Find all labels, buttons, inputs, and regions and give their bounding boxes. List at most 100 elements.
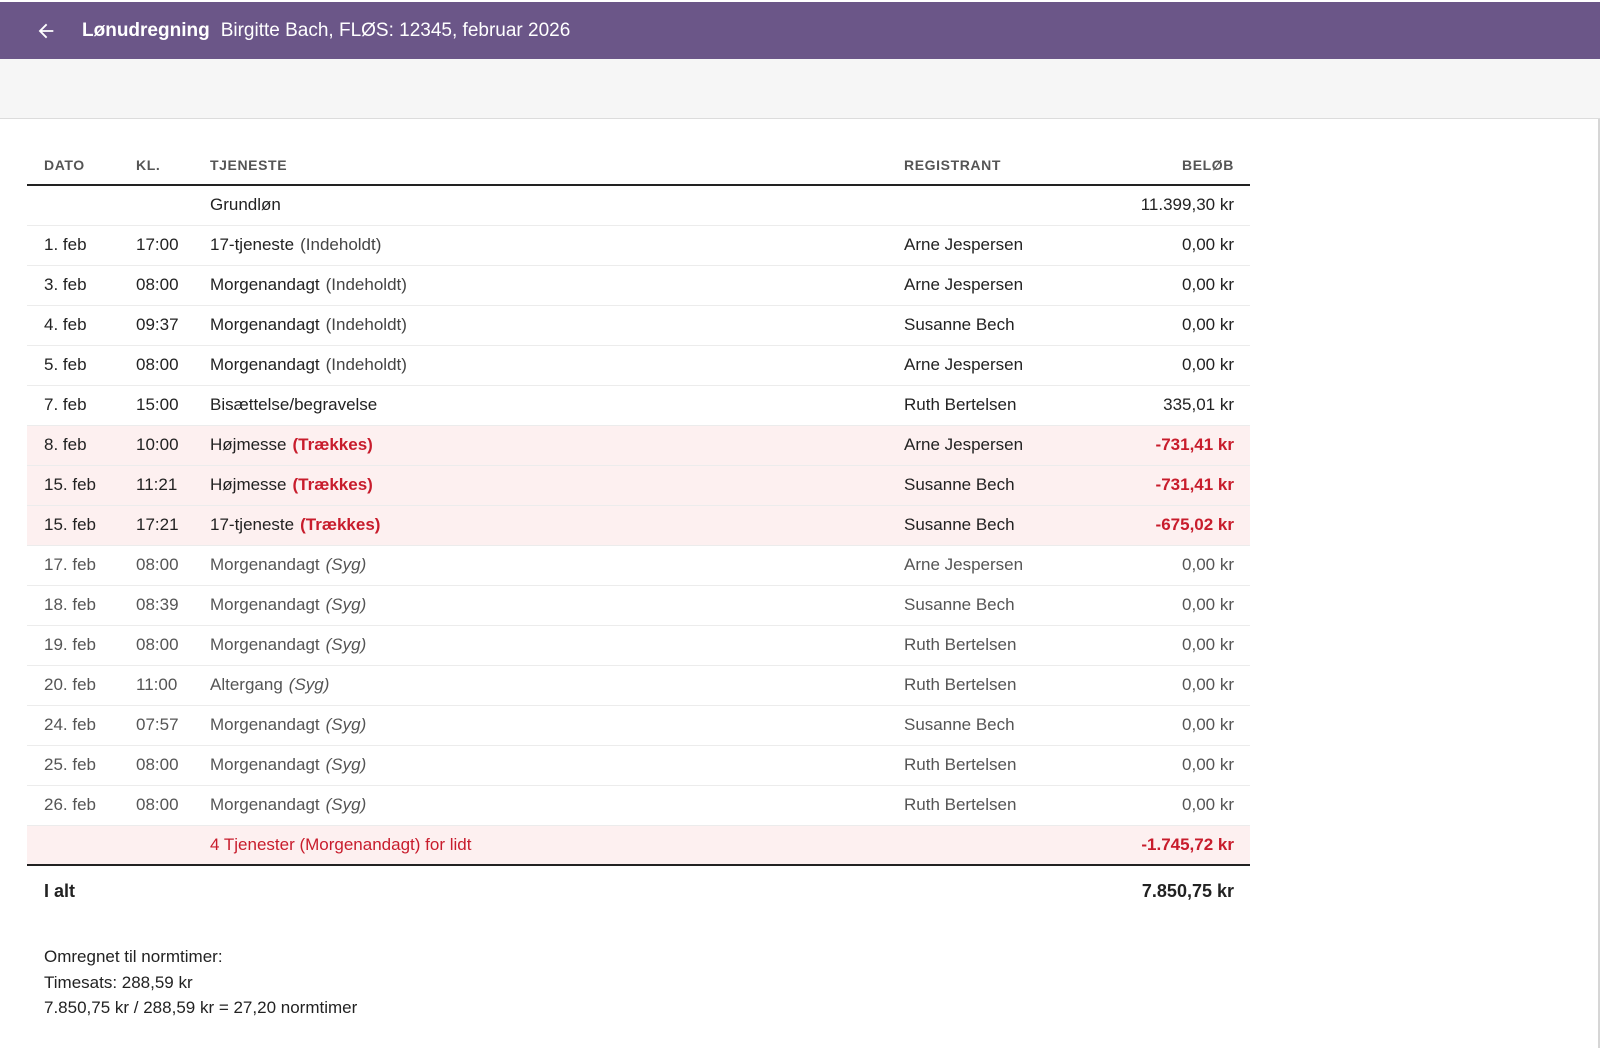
cell-service: Morgenandagt (Indeholdt) [210, 345, 904, 386]
cell-service: Bisættelse/begravelse [210, 385, 904, 426]
table-row[interactable]: 7. feb 15:00 Bisættelse/begravelse Ruth Ber… [27, 385, 1250, 426]
cell-date: 4. feb [27, 305, 136, 346]
status-tag: (Indeholdt) [325, 315, 407, 334]
col-header-time[interactable]: KL. [136, 145, 210, 186]
cell-registrant: Arne Jespersen [904, 345, 1116, 386]
cell-date: 3. feb [27, 265, 136, 306]
app-bar: Lønudregning Birgitte Bach, FLØS: 12345,… [0, 2, 1600, 59]
shortfall-amount: -1.745,72 kr [1116, 825, 1250, 866]
cell-date: 18. feb [27, 585, 136, 626]
cell-time: 17:00 [136, 225, 210, 266]
cell-service: Morgenandagt (Syg) [210, 785, 904, 826]
cell-time: 08:00 [136, 265, 210, 306]
cell-registrant: Arne Jespersen [904, 225, 1116, 266]
status-tag: (Syg) [325, 755, 367, 774]
cell-registrant: Ruth Bertelsen [904, 665, 1116, 706]
cell-registrant [904, 185, 1116, 226]
cell-date: 26. feb [27, 785, 136, 826]
cell-service: Altergang (Syg) [210, 665, 904, 706]
table-row[interactable]: 26. feb 08:00 Morgenandagt (Syg) Ruth Bertel… [27, 785, 1250, 826]
cell-service: 17-tjeneste (Indeholdt) [210, 225, 904, 266]
table-row[interactable]: 18. feb 08:39 Morgenandagt (Syg) Susanne Bec… [27, 585, 1250, 626]
col-header-amount[interactable]: BELØB [1116, 145, 1250, 186]
table-header-row: DATO KL. TJENESTE REGISTRANT BELØB [27, 145, 1250, 186]
cell-registrant: Ruth Bertelsen [904, 785, 1116, 826]
cell-amount: 0,00 kr [1116, 305, 1250, 346]
cell-time: 08:00 [136, 545, 210, 586]
table-row[interactable]: 24. feb 07:57 Morgenandagt (Syg) Susanne Bec… [27, 705, 1250, 746]
cell-date: 5. feb [27, 345, 136, 386]
status-tag: (Syg) [325, 555, 367, 574]
table-row[interactable]: 17. feb 08:00 Morgenandagt (Syg) Arne Jesper… [27, 545, 1250, 586]
cell-service: Morgenandagt (Indeholdt) [210, 265, 904, 306]
cell-registrant: Arne Jespersen [904, 425, 1116, 466]
service-name: Morgenandagt [210, 595, 320, 614]
table-row[interactable]: 4. feb 09:37 Morgenandagt (Indeholdt) Susann… [27, 305, 1250, 346]
cell-date: 25. feb [27, 745, 136, 786]
cell-amount: 0,00 kr [1116, 225, 1250, 266]
cell-date: 15. feb [27, 465, 136, 506]
normtimer-notes: Omregnet til normtimer: Timesats: 288,59… [44, 944, 357, 1021]
cell-registrant: Arne Jespersen [904, 265, 1116, 306]
normtimer-calculation: 7.850,75 kr / 288,59 kr = 27,20 normtime… [44, 998, 358, 1017]
cell-service: Morgenandagt (Syg) [210, 545, 904, 586]
cell-registrant: Arne Jespersen [904, 545, 1116, 586]
arrow-back-icon [38, 23, 54, 38]
cell-time: 10:00 [136, 425, 210, 466]
cell-amount: -731,41 kr [1116, 465, 1250, 506]
payroll-table: DATO KL. TJENESTE REGISTRANT BELØB Grund… [27, 145, 1250, 917]
cell-registrant: Susanne Bech [904, 585, 1116, 626]
shortfall-row: 4 Tjenester (Morgenandagt) for lidt -1.74… [27, 825, 1250, 866]
table-row[interactable]: 15. feb 11:21 Højmesse (Trækkes) Susanne Bec… [27, 465, 1250, 506]
cell-amount: 0,00 kr [1116, 705, 1250, 746]
cell-time: 15:00 [136, 385, 210, 426]
service-name: Højmesse [210, 475, 287, 494]
service-name: 17-tjeneste [210, 515, 295, 534]
cell-time [136, 185, 210, 226]
table-row[interactable]: 8. feb 10:00 Højmesse (Trækkes) Arne Jespers… [27, 425, 1250, 466]
table-row[interactable]: 3. feb 08:00 Morgenandagt (Indeholdt) Arne J… [27, 265, 1250, 306]
col-header-date[interactable]: DATO [27, 145, 136, 186]
cell-amount: 0,00 kr [1116, 345, 1250, 386]
status-tag: (Syg) [325, 715, 367, 734]
cell-registrant [904, 865, 1116, 917]
cell-registrant: Susanne Bech [904, 505, 1116, 546]
service-name: Morgenandagt [210, 795, 320, 814]
col-header-registrant[interactable]: REGISTRANT [904, 145, 1116, 186]
cell-service: 17-tjeneste (Trækkes) [210, 505, 904, 546]
total-label: I alt [44, 881, 76, 901]
table-row[interactable]: 25. feb 08:00 Morgenandagt (Syg) Ruth Bertel… [27, 745, 1250, 786]
cell-date: 17. feb [27, 545, 136, 586]
back-button[interactable] [24, 9, 68, 53]
cell-amount: -731,41 kr [1116, 425, 1250, 466]
cell-time: 08:39 [136, 585, 210, 626]
cell-registrant: Ruth Bertelsen [904, 625, 1116, 666]
table-row[interactable]: 20. feb 11:00 Altergang (Syg) Ruth Bertelsen… [27, 665, 1250, 706]
hourly-rate: Timesats: 288,59 kr [44, 972, 193, 992]
cell-amount: 0,00 kr [1116, 625, 1250, 666]
cell-time: 17:21 [136, 505, 210, 546]
base-salary-amount: 11.399,30 kr [1116, 185, 1250, 226]
base-salary-row: Grundløn 11.399,30 kr [27, 185, 1250, 226]
service-name: Morgenandagt [210, 355, 320, 374]
status-tag: (Trækkes) [292, 435, 373, 454]
status-tag: (Syg) [325, 595, 367, 614]
page-title: Lønudregning [82, 19, 210, 41]
table-row[interactable]: 5. feb 08:00 Morgenandagt (Indeholdt) Arne J… [27, 345, 1250, 386]
cell-time: 08:00 [136, 625, 210, 666]
table-row[interactable]: 1. feb 17:00 17-tjeneste (Indeholdt) Arne Je… [27, 225, 1250, 266]
cell-amount: 0,00 kr [1116, 785, 1250, 826]
cell-service: Morgenandagt (Syg) [210, 585, 904, 626]
base-salary-label: Grundløn [210, 185, 904, 226]
cell-date [27, 825, 136, 866]
service-name: Morgenandagt [210, 315, 320, 334]
cell-registrant [904, 825, 1116, 866]
table-row[interactable]: 19. feb 08:00 Morgenandagt (Syg) Ruth Bertel… [27, 625, 1250, 666]
table-row[interactable]: 15. feb 17:21 17-tjeneste (Trækkes) Susanne … [27, 505, 1250, 546]
service-name: Højmesse [210, 435, 287, 454]
cell-date: 15. feb [27, 505, 136, 546]
status-tag: (Indeholdt) [325, 275, 407, 294]
cell-date: 8. feb [27, 425, 136, 466]
col-header-service[interactable]: TJENESTE [210, 145, 904, 186]
cell-time: 08:00 [136, 345, 210, 386]
